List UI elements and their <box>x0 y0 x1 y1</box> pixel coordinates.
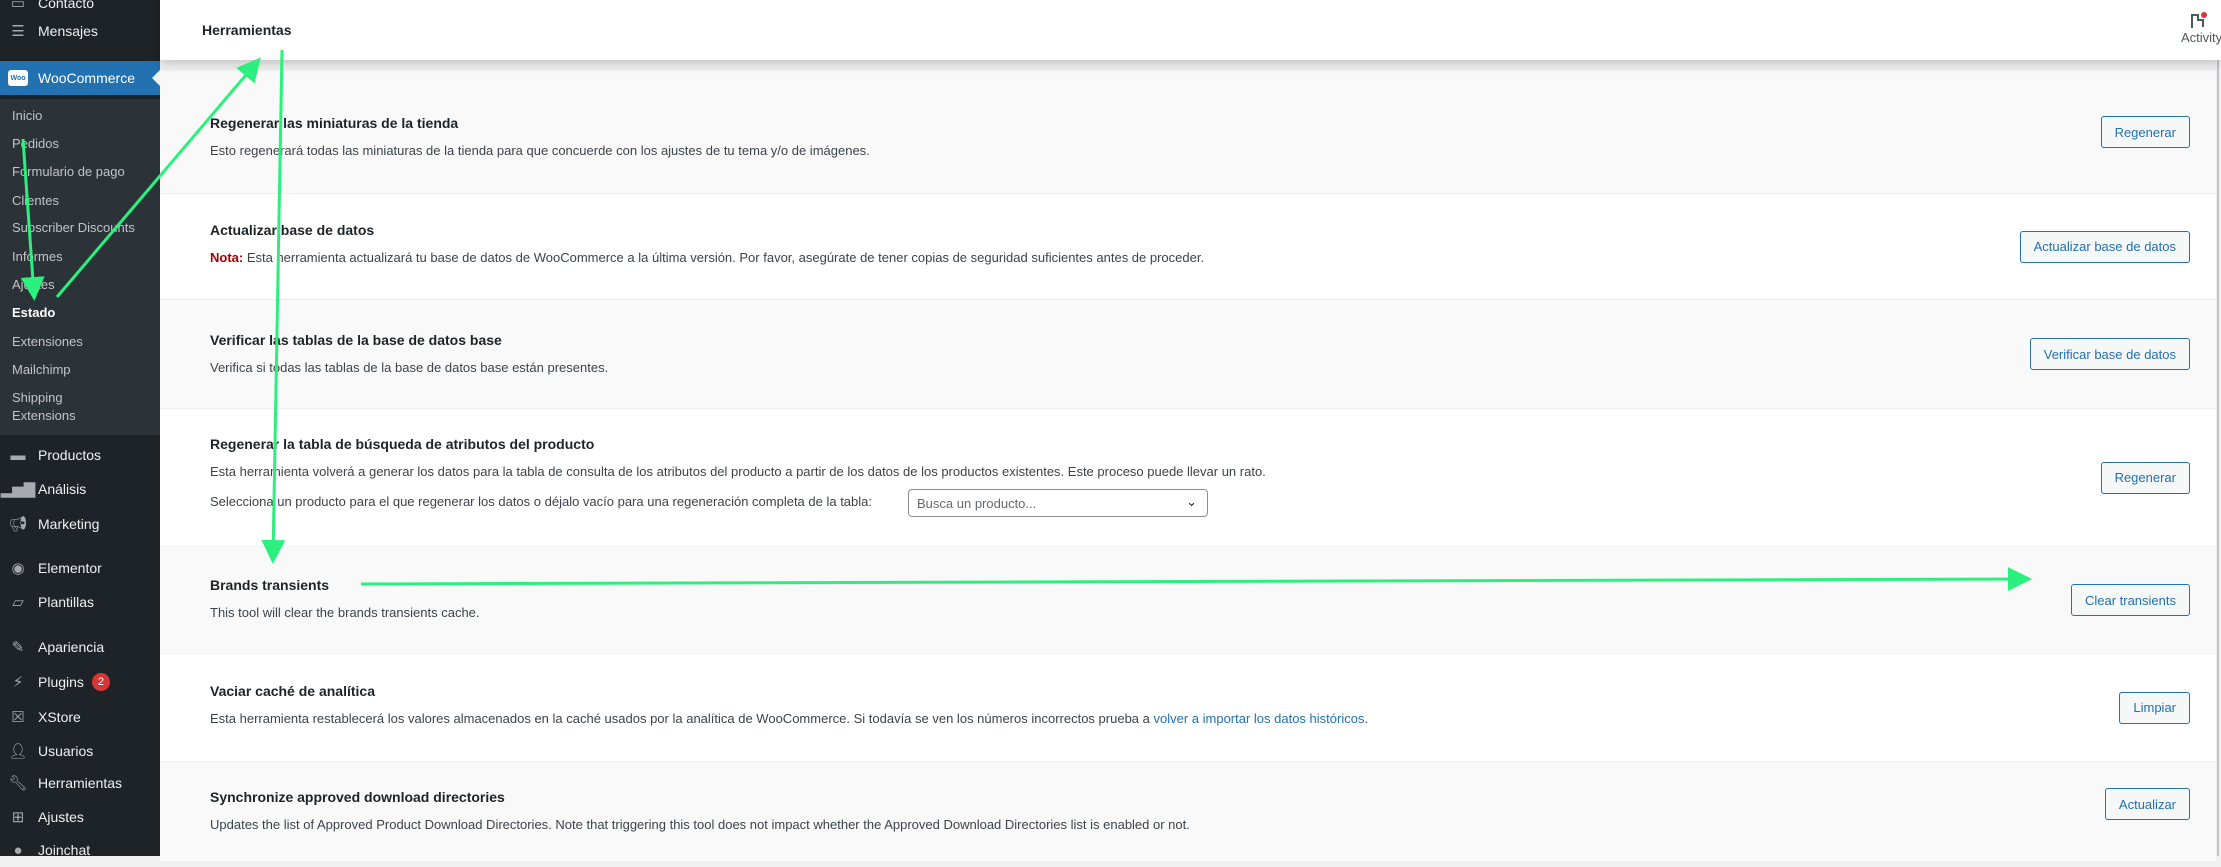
page-header: Herramientas Activity <box>160 0 2221 60</box>
activity-button[interactable]: Activity <box>2181 12 2221 45</box>
tool-row-verify-tables: Verificar las tablas de la base de datos… <box>160 300 2216 409</box>
submenu-shipping-extensions[interactable]: Shipping Extensions <box>12 389 102 425</box>
scrollbar-edge <box>2217 60 2219 856</box>
tool-description: Nota: Esta herramienta actualizará tu ba… <box>210 250 1205 265</box>
paintbrush-icon: ✎ <box>11 639 25 656</box>
reimport-historical-data-link[interactable]: volver a importar los datos históricos <box>1153 711 1364 726</box>
megaphone-icon: 📢︎ <box>8 516 28 533</box>
submenu-mailchimp[interactable]: Mailchimp <box>12 361 71 379</box>
xstore-icon: ☒ <box>11 709 25 726</box>
tool-description: Updates the list of Approved Product Dow… <box>210 817 1190 832</box>
plug-icon: ⚡︎ <box>12 674 24 691</box>
woocommerce-icon: Woo <box>8 70 28 86</box>
admin-sidebar: ▭ Contacto ☰ Mensajes Woo WooCommerce Inici… <box>0 0 160 859</box>
product-search-select[interactable]: Busca un producto... ⌄ <box>908 489 1208 517</box>
sidebar-item-ajustes[interactable]: ⊞ Ajustes <box>0 800 160 834</box>
flag-icon <box>2189 12 2207 30</box>
chart-bar-icon: ▂▅▇ <box>0 481 36 498</box>
tool-row-clear-analytics-cache: Vaciar caché de analítica Esta herramien… <box>160 654 2216 762</box>
sidebar-item-mensajes[interactable]: ☰ Mensajes <box>0 14 160 48</box>
sync-directories-button[interactable]: Actualizar <box>2104 788 2190 820</box>
tool-description: Verifica si todas las tablas de la base … <box>210 360 609 375</box>
submenu-pedidos[interactable]: Pedidos <box>12 135 59 153</box>
page-title: Herramientas <box>202 22 292 38</box>
sidebar-item-apariencia[interactable]: ✎ Apariencia <box>0 630 160 664</box>
tool-title: Brands transients <box>210 577 330 593</box>
sidebar-item-plugins[interactable]: ⚡︎ Plugins 2 <box>0 665 160 699</box>
sidebar-item-marketing[interactable]: 📢︎ Marketing <box>0 507 160 541</box>
submenu-clientes[interactable]: Clientes <box>12 192 59 210</box>
tool-description: This tool will clear the brands transien… <box>210 605 480 620</box>
tool-row-regenerate-thumbnails: Regenerar las miniaturas de la tienda Es… <box>160 71 2216 194</box>
tool-description: Esta herramienta restablecerá los valore… <box>210 711 1369 726</box>
sidebar-item-elementor[interactable]: ◉ Elementor <box>0 551 160 585</box>
tool-description: Esta herramienta volverá a generar los d… <box>210 464 1266 479</box>
tool-row-regenerate-attribute-lookup: Regenerar la tabla de búsqueda de atribu… <box>160 409 2216 547</box>
update-database-button[interactable]: Actualizar base de datos <box>2019 230 2190 263</box>
tool-row-sync-download-directories: Synchronize approved download directorie… <box>160 762 2216 862</box>
sidebar-item-analisis[interactable]: ▂▅▇ Análisis <box>0 472 160 506</box>
tool-title: Regenerar la tabla de búsqueda de atribu… <box>210 436 595 452</box>
contact-icon: ▭ <box>10 0 26 12</box>
product-select-label: Selecciona un producto para el que regen… <box>210 494 872 509</box>
tool-description: Esto regenerará todas las miniaturas de … <box>210 143 870 158</box>
verify-database-button[interactable]: Verificar base de datos <box>2029 338 2190 370</box>
tool-title: Actualizar base de datos <box>210 222 375 238</box>
sidebar-item-herramientas[interactable]: 🔧︎ Herramientas <box>0 766 160 800</box>
woocommerce-submenu: Inicio Pedidos Formulario de pago Client… <box>0 99 160 435</box>
sidebar-item-productos[interactable]: ▬ Productos <box>0 438 160 472</box>
settings-icon: ⊞ <box>11 809 25 826</box>
sidebar-item-usuarios[interactable]: 👤︎ Usuarios <box>0 734 160 768</box>
tool-title: Vaciar caché de analítica <box>210 683 375 699</box>
sidebar-item-joinchat[interactable]: ● Joinchat <box>0 833 160 867</box>
sidebar-item-xstore[interactable]: ☒ XStore <box>0 700 160 734</box>
note-label: Nota: <box>210 250 244 265</box>
tool-row-brands-transients: Brands transients This tool will clear t… <box>160 547 2216 654</box>
submenu-subscriber-discounts[interactable]: Subscriber Discounts <box>12 219 135 237</box>
submenu-extensiones[interactable]: Extensiones <box>12 333 83 351</box>
submenu-informes[interactable]: Informes <box>12 248 63 266</box>
plugins-update-badge: 2 <box>91 673 110 691</box>
whatsapp-icon: ● <box>13 841 23 859</box>
submenu-inicio[interactable]: Inicio <box>12 107 42 125</box>
tool-title: Regenerar las miniaturas de la tienda <box>210 115 459 131</box>
tool-title: Verificar las tablas de la base de datos… <box>210 332 502 348</box>
elementor-icon: ◉ <box>11 560 25 577</box>
user-icon: 👤︎ <box>8 743 28 760</box>
chevron-down-icon: ⌄ <box>1186 494 1197 509</box>
archive-icon: ▬ <box>10 446 26 464</box>
messages-icon: ☰ <box>11 23 25 40</box>
tool-row-update-database: Actualizar base de datos Nota: Esta herr… <box>160 194 2216 300</box>
submenu-formulario-de-pago[interactable]: Formulario de pago <box>12 163 125 181</box>
clear-analytics-button[interactable]: Limpiar <box>2119 691 2190 724</box>
regenerate-thumbnails-button[interactable]: Regenerar <box>2100 116 2190 148</box>
wrench-icon: 🔧︎ <box>8 775 28 792</box>
tool-title: Synchronize approved download directorie… <box>210 789 505 805</box>
submenu-estado[interactable]: Estado <box>12 304 55 322</box>
submenu-ajustes[interactable]: Ajustes <box>12 276 55 294</box>
regenerate-lookup-button[interactable]: Regenerar <box>2100 461 2190 494</box>
sidebar-item-woocommerce[interactable]: Woo WooCommerce <box>0 61 160 95</box>
folder-icon: ▱ <box>12 594 24 611</box>
clear-transients-button[interactable]: Clear transients <box>2070 584 2190 616</box>
sidebar-item-plantillas[interactable]: ▱ Plantillas <box>0 585 160 619</box>
